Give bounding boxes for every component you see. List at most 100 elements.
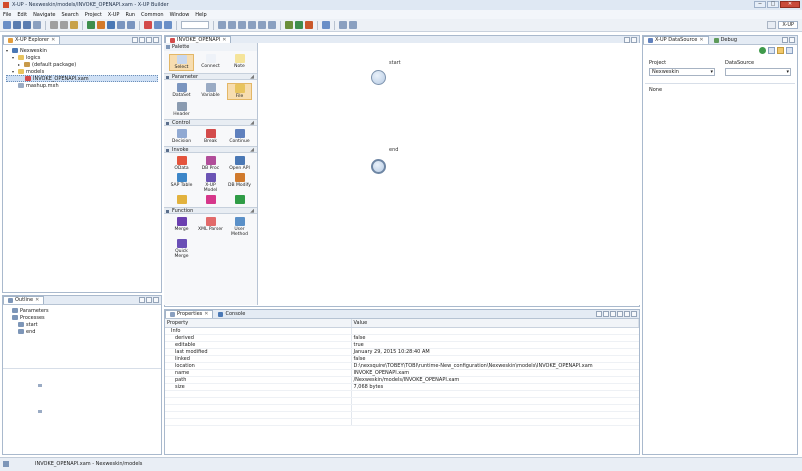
add-icon[interactable] xyxy=(768,47,775,54)
view-menu-icon[interactable] xyxy=(617,311,623,317)
minimize-panel-icon[interactable] xyxy=(146,37,152,43)
align-middle-icon[interactable] xyxy=(258,21,266,29)
align-right-icon[interactable] xyxy=(238,21,246,29)
expand-toggle-icon[interactable]: ▸ xyxy=(18,62,22,67)
palette-item-item-8[interactable] xyxy=(227,195,252,205)
menu-x-up[interactable]: X-UP xyxy=(108,12,120,18)
expand-toggle-icon[interactable]: ▾ xyxy=(12,55,16,60)
tab-properties[interactable]: Properties ✕ xyxy=(165,310,214,318)
outline-item[interactable]: start xyxy=(6,321,158,328)
zoom-combo[interactable] xyxy=(181,21,209,29)
palette-item-item-6[interactable] xyxy=(169,195,194,205)
palette-item-variable[interactable]: Variable xyxy=(198,83,223,100)
close-tab-icon[interactable]: ✕ xyxy=(51,37,55,44)
refresh-icon[interactable] xyxy=(759,47,766,54)
menu-window[interactable]: Window xyxy=(170,12,190,18)
property-group-row[interactable]: Info xyxy=(165,327,639,335)
datasource-select[interactable] xyxy=(725,68,791,76)
tab-xup-datasource[interactable]: X-UP DataSource ✕ xyxy=(643,36,709,44)
align-top-icon[interactable] xyxy=(248,21,256,29)
pin-icon[interactable]: ◢ xyxy=(250,147,254,154)
palette-item-dataset[interactable]: DataSet xyxy=(169,83,194,100)
show-categories-icon[interactable] xyxy=(596,311,602,317)
maximize-panel-icon[interactable] xyxy=(789,37,795,43)
run-icon[interactable] xyxy=(295,21,303,29)
print-icon[interactable] xyxy=(33,21,41,29)
tab-console[interactable]: Console xyxy=(213,310,250,318)
export-icon[interactable] xyxy=(117,21,125,29)
tree-item[interactable]: ▸ (default package) xyxy=(6,61,158,68)
tree-item[interactable]: mashup.mxh xyxy=(6,82,158,89)
property-row[interactable]: editable true xyxy=(165,341,639,349)
open-perspective-button[interactable] xyxy=(767,21,777,29)
menu-navigate[interactable]: Navigate xyxy=(33,12,55,18)
outline-item[interactable]: end xyxy=(6,328,158,335)
expand-toggle-icon[interactable]: ▾ xyxy=(6,48,10,53)
close-tab-icon[interactable]: ✕ xyxy=(204,311,208,318)
expand-toggle-icon[interactable]: ▾ xyxy=(12,69,16,74)
paste-icon[interactable] xyxy=(70,21,78,29)
palette-drawer-parameter[interactable]: Parameter ◢ xyxy=(164,73,257,80)
property-row[interactable]: location D:\nexsquire\TOBEY\TOBI\runtime-… xyxy=(165,362,639,370)
menu-project[interactable]: Project xyxy=(85,12,102,18)
property-row[interactable]: last modified January 29, 2015 10:28:40 A… xyxy=(165,348,639,356)
restore-default-icon[interactable] xyxy=(610,311,616,317)
palette-item-db-modify[interactable]: DB Modify xyxy=(227,173,252,193)
palette-drawer-control[interactable]: Control ◢ xyxy=(164,119,257,126)
project-select[interactable]: Nexweskin xyxy=(649,68,715,76)
menu-edit[interactable]: Edit xyxy=(17,12,27,18)
tab-xup-explorer[interactable]: X-UP Explorer ✕ xyxy=(3,36,61,44)
outline-item[interactable]: Parameters xyxy=(6,307,158,314)
close-tab-icon[interactable]: ✕ xyxy=(35,297,39,304)
palette-item-xml-parser[interactable]: XML Parser xyxy=(198,217,223,237)
palette-drawer-function[interactable]: Function ◢ xyxy=(164,207,257,214)
xup-run-icon[interactable] xyxy=(87,21,95,29)
palette-item-quick-merge[interactable]: Quick Merge xyxy=(169,239,194,259)
link-editor-icon[interactable] xyxy=(139,37,145,43)
tab-debug[interactable]: Debug xyxy=(709,36,742,44)
palette-item-break[interactable]: Break xyxy=(198,129,223,144)
collapse-all-icon[interactable] xyxy=(132,37,138,43)
palette-item-open-api[interactable]: Open API xyxy=(227,156,252,171)
palette-item-sap-table[interactable]: SAP Table xyxy=(169,173,194,193)
maximize-button[interactable]: □ xyxy=(767,1,779,8)
outline-menu-icon[interactable] xyxy=(139,297,145,303)
settings-icon[interactable] xyxy=(786,47,793,54)
menu-help[interactable]: Help xyxy=(195,12,206,18)
maximize-panel-icon[interactable] xyxy=(153,297,159,303)
palette-drawer-invoke[interactable]: Invoke ◢ xyxy=(164,146,257,153)
undo-icon[interactable] xyxy=(154,21,162,29)
copy-icon[interactable] xyxy=(60,21,68,29)
minimize-panel-icon[interactable] xyxy=(782,37,788,43)
end-node[interactable] xyxy=(371,159,386,174)
import-icon[interactable] xyxy=(127,21,135,29)
maximize-panel-icon[interactable] xyxy=(153,37,159,43)
show-advanced-icon[interactable] xyxy=(603,311,609,317)
property-row[interactable]: derived false xyxy=(165,334,639,342)
close-button[interactable]: ✕ xyxy=(780,1,800,8)
deploy-icon[interactable] xyxy=(97,21,105,29)
palette-item-continue[interactable]: Continue xyxy=(227,129,252,144)
redo-icon[interactable] xyxy=(164,21,172,29)
close-tab-icon[interactable]: ✕ xyxy=(699,37,703,44)
palette-item-select[interactable]: Select xyxy=(169,54,194,71)
external-tools-icon[interactable] xyxy=(305,21,313,29)
diagram-canvas[interactable]: start end xyxy=(258,43,640,305)
save-all-icon[interactable] xyxy=(23,21,31,29)
menu-search[interactable]: Search xyxy=(62,12,79,18)
palette-item-item-7[interactable] xyxy=(198,195,223,205)
new-icon[interactable] xyxy=(3,21,11,29)
palette-item-user-method[interactable]: User Method xyxy=(227,217,252,237)
palette-item-decision[interactable]: Decision xyxy=(169,129,194,144)
palette-item-file[interactable]: File xyxy=(227,83,252,100)
property-row[interactable]: path/Nexweskin/models/INVOKE_OPENAPI.xam xyxy=(165,376,639,384)
delete-icon[interactable] xyxy=(144,21,152,29)
edit-icon[interactable] xyxy=(777,47,784,54)
search-icon[interactable] xyxy=(322,21,330,29)
outline-item[interactable]: Processes xyxy=(6,314,158,321)
menu-file[interactable]: File xyxy=(3,12,11,18)
palette-item-connect[interactable]: Connect xyxy=(198,54,223,71)
pin-icon[interactable]: ◢ xyxy=(250,208,254,215)
palette-item-odata[interactable]: OData xyxy=(169,156,194,171)
align-center-icon[interactable] xyxy=(228,21,236,29)
